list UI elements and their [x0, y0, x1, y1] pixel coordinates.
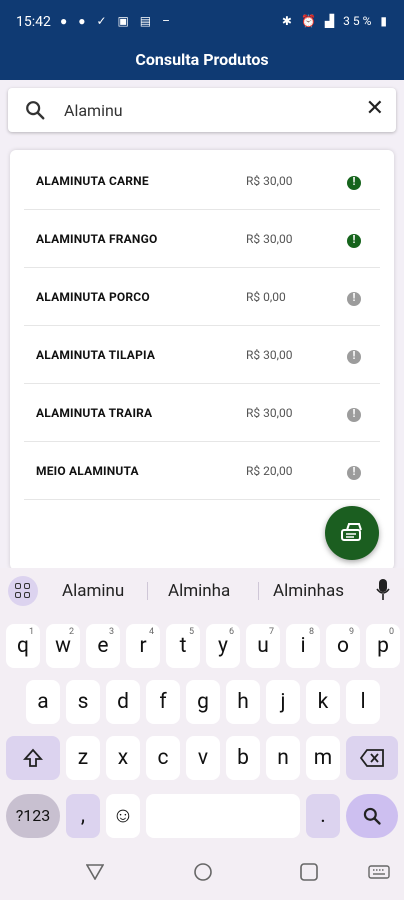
search-icon	[363, 807, 381, 825]
page-title: Consulta Produtos	[135, 50, 269, 69]
backspace-icon	[359, 749, 384, 767]
symbols-key[interactable]: ?123	[6, 794, 60, 838]
status-unavailable-icon	[347, 291, 361, 306]
key-v[interactable]: v	[186, 736, 220, 780]
key-s[interactable]: s	[66, 680, 100, 724]
product-price: R$ 30,00	[246, 406, 293, 420]
product-name: ALAMINUTA PORCO	[36, 290, 150, 304]
notification-icons: ● ● ✓ ▣ ▤ –	[60, 14, 174, 28]
key-e[interactable]: 3e	[86, 624, 120, 668]
key-k[interactable]: k	[306, 680, 340, 724]
product-name: ALAMINUTA TRAIRA	[36, 406, 153, 420]
list-item[interactable]: ALAMINUTA TILAPIA R$ 30,00	[24, 328, 380, 384]
key-h[interactable]: h	[226, 680, 260, 724]
clear-search-icon[interactable]: ✕	[366, 98, 384, 120]
key-j[interactable]: j	[266, 680, 300, 724]
battery-level: 35%	[343, 14, 375, 28]
system-nav-bar	[0, 846, 404, 900]
list-item[interactable]: ALAMINUTA CARNE R$ 30,00	[24, 154, 380, 210]
key-z[interactable]: z	[66, 736, 100, 780]
status-available-icon	[347, 233, 361, 248]
status-unavailable-icon	[347, 407, 361, 422]
status-available-icon	[347, 175, 361, 190]
period-key[interactable]: .	[306, 794, 340, 838]
shift-key[interactable]	[6, 736, 60, 780]
search-action-key[interactable]	[346, 794, 398, 838]
cart-fab-button[interactable]	[325, 506, 379, 560]
status-bar: 15:42 ● ● ✓ ▣ ▤ – ✱ ⏰ ▟ 35% ▮	[0, 0, 404, 40]
product-name: ALAMINUTA TILAPIA	[36, 348, 156, 362]
key-g[interactable]: g	[186, 680, 220, 724]
list-item[interactable]: ALAMINUTA FRANGO R$ 30,00	[24, 212, 380, 268]
list-item[interactable]: ALAMINUTA TRAIRA R$ 30,00	[24, 386, 380, 442]
on-screen-keyboard: Alaminu Alminha Alminhas 1q 2w 3e 4r 5t …	[0, 568, 404, 900]
key-m[interactable]: m	[306, 736, 340, 780]
app-bar: Consulta Produtos	[0, 40, 404, 80]
keyboard-switch-icon[interactable]	[368, 865, 390, 879]
product-name: ALAMINUTA FRANGO	[36, 232, 158, 246]
back-icon[interactable]	[86, 864, 104, 880]
key-l[interactable]: l	[346, 680, 380, 724]
status-right: ✱ ⏰ ▟ 35% ▮	[282, 14, 390, 28]
alarm-icon: ⏰	[300, 14, 319, 28]
search-input[interactable]	[62, 96, 352, 124]
space-key[interactable]	[146, 794, 300, 838]
suggestion-2[interactable]: Alminha	[168, 581, 230, 601]
key-c[interactable]: c	[146, 736, 180, 780]
key-f[interactable]: f	[146, 680, 180, 724]
product-price: R$ 0,00	[246, 290, 286, 304]
key-w[interactable]: 2w	[46, 624, 80, 668]
recents-icon[interactable]	[300, 863, 318, 881]
mic-icon[interactable]	[376, 579, 390, 601]
status-time: 15:42	[16, 14, 51, 30]
key-d[interactable]: d	[106, 680, 140, 724]
product-name: ALAMINUTA CARNE	[36, 174, 149, 188]
suggestion-3[interactable]: Alminhas	[273, 581, 344, 601]
product-list: ALAMINUTA CARNE R$ 30,00 ALAMINUTA FRANG…	[10, 150, 394, 570]
product-price: R$ 30,00	[246, 348, 293, 362]
key-i[interactable]: 8i	[286, 624, 320, 668]
key-b[interactable]: b	[226, 736, 260, 780]
key-q[interactable]: 1q	[6, 624, 40, 668]
bluetooth-icon: ✱	[281, 14, 295, 28]
product-price: R$ 30,00	[246, 232, 293, 246]
list-item[interactable]: ALAMINUTA PORCO R$ 0,00	[24, 270, 380, 326]
comma-key[interactable]: ,	[66, 794, 100, 838]
signal-icon: ▟	[324, 14, 338, 28]
emoji-icon: ☺	[112, 804, 134, 828]
backspace-key[interactable]	[346, 736, 398, 780]
search-icon[interactable]	[24, 99, 46, 121]
search-bar: ✕	[8, 88, 396, 132]
key-y[interactable]: 6y	[206, 624, 240, 668]
key-r[interactable]: 4r	[126, 624, 160, 668]
key-n[interactable]: n	[266, 736, 300, 780]
keyboard-menu-icon[interactable]	[8, 576, 38, 606]
list-item[interactable]: MEIO ALAMINUTA R$ 20,00	[24, 444, 380, 500]
suggestion-bar: Alaminu Alminha Alminhas	[0, 568, 404, 614]
key-a[interactable]: a	[26, 680, 60, 724]
product-name: MEIO ALAMINUTA	[36, 464, 139, 478]
product-price: R$ 30,00	[246, 174, 293, 188]
key-x[interactable]: x	[106, 736, 140, 780]
cart-icon	[341, 523, 362, 541]
key-u[interactable]: 7u	[246, 624, 280, 668]
emoji-key[interactable]: ☺	[106, 794, 140, 838]
suggestion-1[interactable]: Alaminu	[62, 581, 124, 601]
status-unavailable-icon	[347, 349, 361, 364]
key-o[interactable]: 9o	[326, 624, 360, 668]
key-t[interactable]: 5t	[166, 624, 200, 668]
home-icon[interactable]	[193, 862, 213, 882]
product-price: R$ 20,00	[246, 464, 293, 478]
key-p[interactable]: 0p	[366, 624, 400, 668]
battery-icon: ▮	[380, 14, 390, 28]
shift-icon	[22, 748, 44, 767]
status-unavailable-icon	[347, 465, 361, 480]
